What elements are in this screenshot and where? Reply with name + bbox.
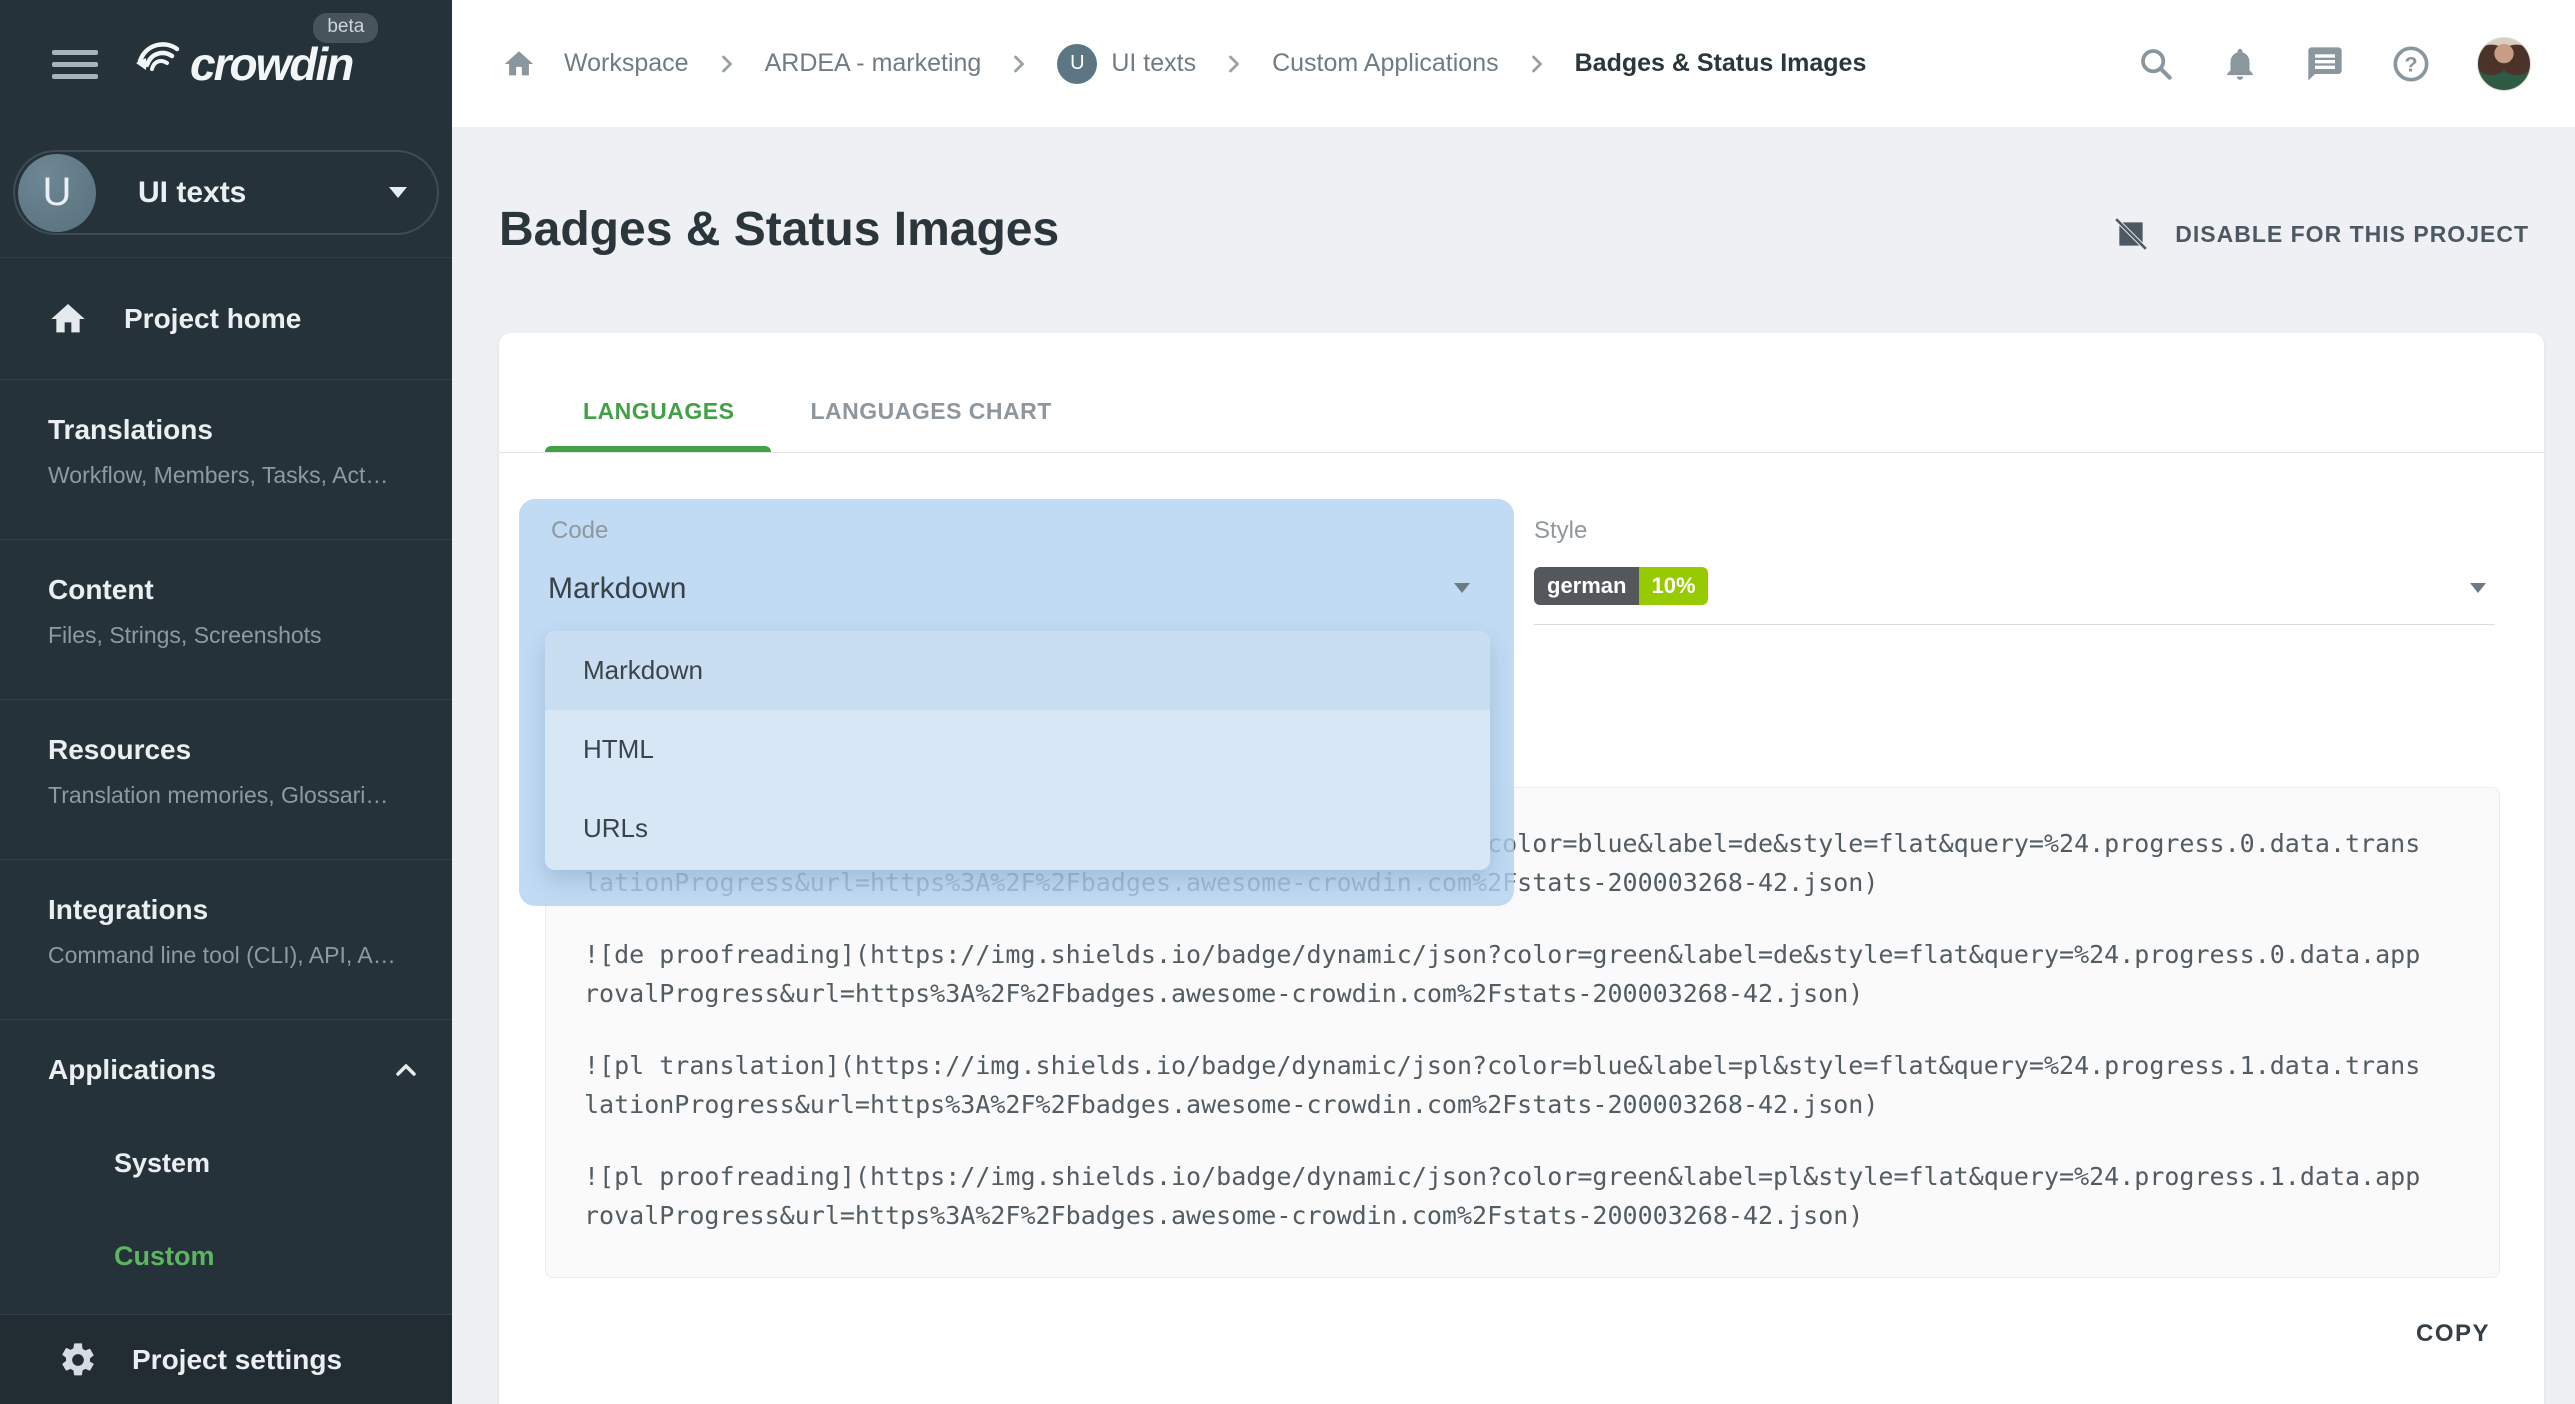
disable-for-project-button[interactable]: DISABLE FOR THIS PROJECT (2113, 216, 2529, 252)
section-title: Integrations (48, 894, 416, 926)
breadcrumb-project-label: UI texts (1111, 49, 1196, 78)
badge-language-label: german (1534, 567, 1639, 605)
code-select-value[interactable]: Markdown (548, 572, 686, 606)
page-title: Badges & Status Images (499, 202, 1059, 257)
section-subtitle: Workflow, Members, Tasks, Act… (48, 462, 416, 489)
main-area: Workspace ARDEA - marketing U UI texts C… (452, 0, 2575, 1404)
project-switcher[interactable]: U UI texts (13, 150, 439, 235)
breadcrumb-org[interactable]: ARDEA - marketing (765, 49, 982, 78)
applications-title[interactable]: Applications (48, 1054, 416, 1086)
chevron-right-icon (1005, 50, 1033, 78)
crowdin-swoosh-icon (130, 38, 182, 90)
badge-percent-value: 10% (1639, 567, 1707, 605)
breadcrumb-project[interactable]: U UI texts (1057, 44, 1196, 84)
hamburger-menu-icon[interactable] (52, 43, 98, 86)
section-title: Translations (48, 414, 416, 446)
crowdin-logo[interactable]: crowdin beta (130, 37, 352, 91)
project-name: UI texts (138, 176, 389, 210)
code-line: rovalProgress&url=https%3A%2F%2Fbadges.a… (584, 974, 2461, 1013)
topbar: Workspace ARDEA - marketing U UI texts C… (452, 0, 2575, 128)
chevron-down-icon (389, 187, 407, 198)
copy-button[interactable]: COPY (2416, 1320, 2490, 1348)
app-root: crowdin beta U UI texts Project home Tra… (0, 0, 2575, 1404)
breadcrumb-workspace[interactable]: Workspace (564, 49, 689, 78)
sidebar-item-system[interactable]: System (114, 1148, 416, 1179)
style-badge-preview[interactable]: german 10% (1534, 567, 1708, 605)
sidebar: crowdin beta U UI texts Project home Tra… (0, 0, 452, 1404)
code-line: ![de proofreading](https://img.shields.i… (584, 935, 2461, 974)
search-icon[interactable] (2137, 45, 2175, 83)
dropdown-option-markdown[interactable]: Markdown (545, 631, 1490, 710)
breadcrumb: Workspace ARDEA - marketing U UI texts C… (502, 44, 2137, 84)
topbar-icons: ? (2137, 37, 2531, 91)
dropdown-option-html[interactable]: HTML (545, 710, 1490, 789)
home-icon (48, 299, 88, 339)
snippet-de-proofreading: ![de proofreading](https://img.shields.i… (584, 935, 2461, 1013)
section-subtitle: Translation memories, Glossari… (48, 782, 416, 809)
chevron-right-icon (1523, 50, 1551, 78)
project-avatar: U (18, 154, 96, 232)
logo-row: crowdin beta (0, 0, 452, 128)
sidebar-item-translations[interactable]: Translations Workflow, Members, Tasks, A… (0, 380, 452, 540)
tab-languages[interactable]: LANGUAGES (545, 377, 772, 445)
tabs: LANGUAGES LANGUAGES CHART (545, 377, 1090, 445)
home-icon (502, 47, 536, 81)
chevron-right-icon (713, 50, 741, 78)
beta-badge: beta (313, 13, 378, 43)
image-off-icon (2113, 216, 2149, 252)
sidebar-item-applications: Applications System Custom (0, 1020, 452, 1314)
settings-label: Project settings (132, 1344, 342, 1376)
code-line: ![pl proofreading](https://img.shields.i… (584, 1157, 2461, 1196)
sidebar-item-content[interactable]: Content Files, Strings, Screenshots (0, 540, 452, 700)
style-select-underline (1534, 624, 2495, 625)
sidebar-item-label: Project home (124, 303, 301, 335)
sidebar-item-custom[interactable]: Custom (114, 1241, 416, 1272)
section-subtitle: Command line tool (CLI), API, A… (48, 942, 416, 969)
snippet-pl-proofreading: ![pl proofreading](https://img.shields.i… (584, 1157, 2461, 1235)
chevron-down-icon (2470, 583, 2486, 593)
code-line: ![pl translation](https://img.shields.io… (584, 1046, 2461, 1085)
breadcrumb-section[interactable]: Custom Applications (1272, 49, 1499, 78)
disable-button-label: DISABLE FOR THIS PROJECT (2175, 221, 2529, 248)
page-content: Badges & Status Images DISABLE FOR THIS … (452, 128, 2575, 1404)
code-select-label: Code (551, 517, 608, 545)
logo-wordmark: crowdin (190, 37, 352, 91)
messages-chat-icon[interactable] (2305, 44, 2345, 84)
code-line: lationProgress&url=https%3A%2F%2Fbadges.… (584, 1085, 2461, 1124)
sidebar-item-project-settings[interactable]: Project settings (0, 1314, 452, 1404)
project-avatar: U (1057, 44, 1097, 84)
dropdown-option-urls[interactable]: URLs (545, 789, 1490, 868)
tab-languages-chart[interactable]: LANGUAGES CHART (772, 377, 1089, 445)
gear-icon (58, 1340, 98, 1380)
chevron-up-icon[interactable] (390, 1054, 422, 1086)
chevron-down-icon (1454, 583, 1470, 593)
section-title: Resources (48, 734, 416, 766)
divider (499, 452, 2544, 453)
code-select-dropdown: Markdown HTML URLs (545, 631, 1490, 870)
breadcrumb-home[interactable] (502, 47, 536, 81)
badges-card: LANGUAGES LANGUAGES CHART Code Markdown … (499, 333, 2544, 1404)
chevron-right-icon (1220, 50, 1248, 78)
svg-text:?: ? (2404, 51, 2417, 76)
help-icon[interactable]: ? (2391, 44, 2431, 84)
user-avatar[interactable] (2477, 37, 2531, 91)
breadcrumb-current: Badges & Status Images (1575, 49, 1867, 78)
sidebar-item-resources[interactable]: Resources Translation memories, Glossari… (0, 700, 452, 860)
section-title: Content (48, 574, 416, 606)
code-line: rovalProgress&url=https%3A%2F%2Fbadges.a… (584, 1196, 2461, 1235)
section-subtitle: Files, Strings, Screenshots (48, 622, 416, 649)
snippet-pl-translation: ![pl translation](https://img.shields.io… (584, 1046, 2461, 1124)
sidebar-item-project-home[interactable]: Project home (0, 258, 452, 380)
notifications-bell-icon[interactable] (2221, 45, 2259, 83)
sidebar-item-integrations[interactable]: Integrations Command line tool (CLI), AP… (0, 860, 452, 1020)
style-select-label: Style (1534, 517, 1587, 545)
